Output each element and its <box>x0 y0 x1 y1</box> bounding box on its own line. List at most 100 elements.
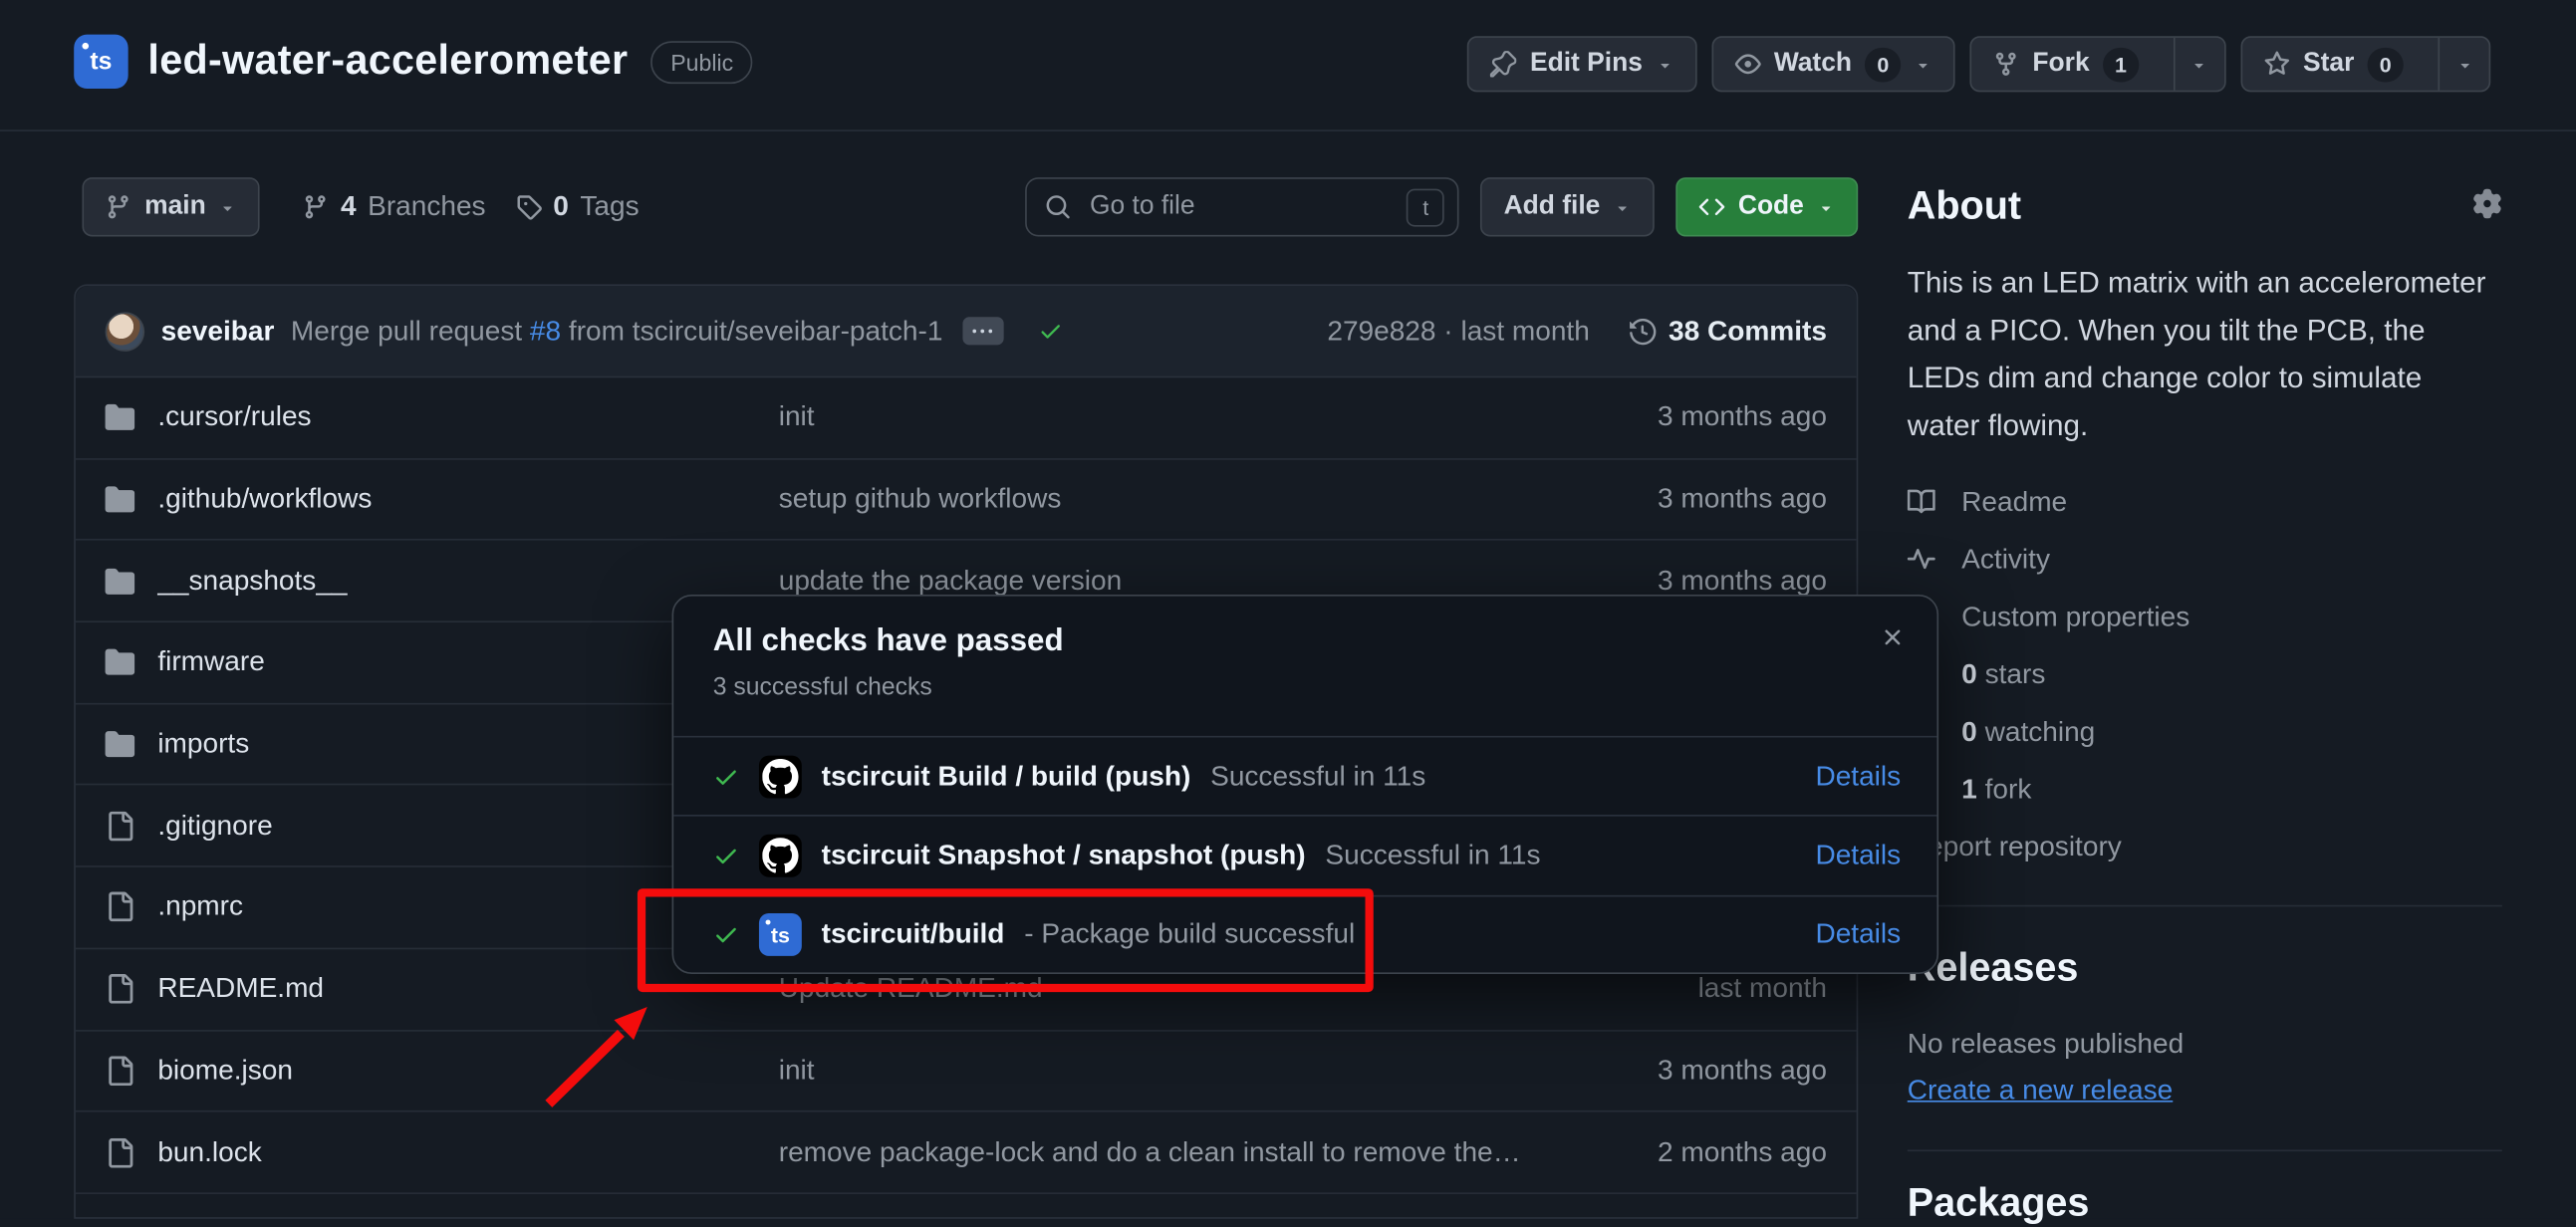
file-name[interactable]: .github/workflows <box>157 483 372 516</box>
watching-label: watching <box>1985 715 2096 746</box>
file-icon <box>106 811 135 841</box>
repo-name[interactable]: led-water-accelerometer <box>147 38 628 86</box>
file-name[interactable]: README.md <box>157 973 324 1006</box>
check-details-link[interactable]: Details <box>1815 918 1901 951</box>
file-name[interactable]: bun.lock <box>157 1135 261 1168</box>
file-icon <box>106 892 135 922</box>
watching-count: 0 <box>1961 715 1977 746</box>
tags-count: 0 <box>553 190 569 223</box>
search-input[interactable] <box>1087 190 1393 223</box>
stars-text: 0 stars <box>1961 658 2045 691</box>
repo-title-group: ts led-water-accelerometer Public <box>74 35 753 89</box>
file-commit-message[interactable]: remove package-lock and do a clean insta… <box>779 1135 1531 1168</box>
file-commit-date: 2 months ago <box>1531 1135 1827 1168</box>
about-title: About <box>1908 184 2021 230</box>
table-row[interactable]: .cursor/rules init 3 months ago <box>76 377 1857 459</box>
file-name[interactable]: firmware <box>157 646 264 679</box>
watch-count: 0 <box>1865 47 1901 82</box>
sidebar-item-readme[interactable]: Readme <box>1908 473 2502 531</box>
packages-title: Packages <box>1908 1181 2502 1227</box>
octocat-icon <box>762 758 798 794</box>
table-row-partial <box>76 1194 1857 1217</box>
checks-popup-subtitle: 3 successful checks <box>713 673 1898 701</box>
file-commit-message[interactable]: setup github workflows <box>779 483 1531 516</box>
file-commit-message[interactable]: init <box>779 401 1531 434</box>
sidebar-item-watching[interactable]: 0 watching <box>1908 703 2502 761</box>
commits-history-link[interactable]: 38 Commits <box>1629 315 1827 348</box>
repo-owner-avatar[interactable]: ts <box>74 35 128 89</box>
tags-link[interactable]: 0 Tags <box>515 190 639 223</box>
branches-link[interactable]: 4 Branches <box>303 190 486 223</box>
fork-dropdown[interactable] <box>2174 38 2224 91</box>
file-name[interactable]: biome.json <box>157 1055 293 1088</box>
watch-button[interactable]: Watch 0 <box>1711 36 1955 92</box>
table-row[interactable]: biome.json init 3 months ago <box>76 1031 1857 1112</box>
sidebar-item-forks[interactable]: 1 fork <box>1908 761 2502 819</box>
file-name[interactable]: .npmrc <box>157 891 243 924</box>
commit-author[interactable]: seveibar <box>161 315 275 348</box>
sidebar-divider <box>1908 905 2502 907</box>
gear-icon[interactable] <box>2472 189 2502 219</box>
file-name[interactable]: __snapshots__ <box>157 565 347 598</box>
table-row[interactable]: bun.lock remove package-lock and do a cl… <box>76 1112 1857 1194</box>
check-success-icon <box>713 763 739 789</box>
sidebar-item-activity[interactable]: Activity <box>1908 531 2502 589</box>
fork-button[interactable]: Fork 1 <box>1971 38 2160 91</box>
sidebar-item-stars[interactable]: 0 stars <box>1908 645 2502 703</box>
star-button-group: Star 0 <box>2240 36 2490 92</box>
github-actions-avatar <box>759 755 802 798</box>
file-name[interactable]: .cursor/rules <box>157 401 311 434</box>
sidebar-item-custom-properties[interactable]: Custom properties <box>1908 588 2502 645</box>
readme-label: Readme <box>1961 485 2067 518</box>
commit-author-avatar[interactable] <box>106 312 145 352</box>
eye-icon <box>1734 51 1760 77</box>
sidebar-item-report-repository[interactable]: Report repository <box>1908 818 2502 875</box>
go-to-file-search[interactable]: t <box>1026 177 1459 236</box>
visibility-badge: Public <box>650 40 752 83</box>
releases-empty-text: No releases published <box>1908 1028 2502 1061</box>
branch-selector[interactable]: main <box>82 177 260 236</box>
git-branch-icon <box>303 194 329 220</box>
fork-count: 1 <box>2103 47 2139 82</box>
star-button[interactable]: Star 0 <box>2242 38 2425 91</box>
pr-link[interactable]: #8 <box>530 315 561 346</box>
code-button[interactable]: Code <box>1675 177 1858 236</box>
file-commit-date: 3 months ago <box>1531 1055 1827 1088</box>
commit-status-check-icon[interactable] <box>1038 319 1063 344</box>
folder-icon <box>106 647 135 677</box>
chevron-down-icon <box>219 198 237 216</box>
code-icon <box>1698 194 1724 220</box>
close-icon[interactable] <box>1880 624 1906 650</box>
commit-time: last month <box>1460 315 1589 346</box>
chevron-down-icon <box>1817 198 1835 216</box>
folder-icon <box>106 485 135 515</box>
pin-icon <box>1490 51 1516 77</box>
file-commit-message[interactable]: update the package version <box>779 565 1531 598</box>
commit-sha-time[interactable]: 279e828 · last month <box>1327 315 1589 348</box>
star-dropdown[interactable] <box>2438 38 2488 91</box>
folder-icon <box>106 729 135 759</box>
check-name: tscircuit Build / build (push) <box>822 760 1191 793</box>
add-file-button[interactable]: Add file <box>1480 177 1654 236</box>
check-status: Successful in 11s <box>1325 840 1540 872</box>
table-row[interactable]: .github/workflows setup github workflows… <box>76 459 1857 541</box>
create-release-link[interactable]: Create a new release <box>1908 1075 2174 1105</box>
about-sidebar: About This is an LED matrix with an acce… <box>1908 184 2502 1227</box>
file-name[interactable]: imports <box>157 728 249 761</box>
tag-icon <box>515 194 541 220</box>
file-name[interactable]: .gitignore <box>157 810 272 843</box>
stars-count: 0 <box>1961 658 1977 689</box>
pulse-icon <box>1908 546 1935 574</box>
edit-pins-button[interactable]: Edit Pins <box>1467 36 1696 92</box>
report-repository-label: Report repository <box>1908 831 2122 863</box>
commit-message[interactable]: Merge pull request #8 from tscircuit/sev… <box>291 315 943 348</box>
check-details-link[interactable]: Details <box>1815 760 1901 793</box>
checks-popup-header: All checks have passed 3 successful chec… <box>673 597 1936 736</box>
file-commit-message[interactable]: init <box>779 1055 1531 1088</box>
check-row: tscircuit Snapshot / snapshot (push) Suc… <box>673 816 1936 895</box>
branch-name: main <box>144 192 206 222</box>
check-details-link[interactable]: Details <box>1815 840 1901 872</box>
about-description: This is an LED matrix with an accelerome… <box>1908 260 2502 450</box>
commit-description-toggle[interactable] <box>962 317 1003 345</box>
chevron-down-icon <box>2455 55 2473 73</box>
